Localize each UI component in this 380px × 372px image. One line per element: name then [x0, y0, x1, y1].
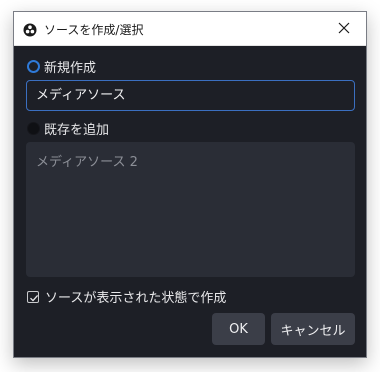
visible-checkbox[interactable]: [27, 290, 39, 303]
ok-button[interactable]: OK: [212, 313, 265, 345]
title-bar: ソースを作成/選択: [14, 12, 366, 46]
close-icon: [338, 19, 350, 38]
visible-option-label: ソースが表示された状態で作成: [45, 291, 227, 306]
create-select-source-dialog: ソースを作成/選択 新規作成 メディアソース 既存を追加 メディアソース 2 ソ…: [13, 11, 367, 358]
create-new-label: 新規作成: [44, 61, 97, 76]
create-new-radio[interactable]: [27, 60, 40, 73]
list-item[interactable]: メディアソース 2: [36, 151, 345, 170]
add-existing-label: 既存を追加: [44, 123, 110, 138]
obs-logo-icon: [23, 22, 37, 37]
visible-option-row[interactable]: ソースが表示された状態で作成: [27, 287, 226, 306]
add-existing-radio-row[interactable]: 既存を追加: [27, 119, 109, 138]
existing-sources-list[interactable]: メディアソース 2: [26, 142, 355, 277]
source-name-input[interactable]: メディアソース: [26, 80, 355, 111]
cancel-button[interactable]: キャンセル: [271, 313, 355, 345]
window-title: ソースを作成/選択: [44, 23, 144, 37]
close-button[interactable]: [324, 12, 364, 45]
checkmark-icon: [30, 294, 39, 302]
create-new-radio-row[interactable]: 新規作成: [27, 57, 96, 76]
add-existing-radio[interactable]: [27, 122, 40, 135]
